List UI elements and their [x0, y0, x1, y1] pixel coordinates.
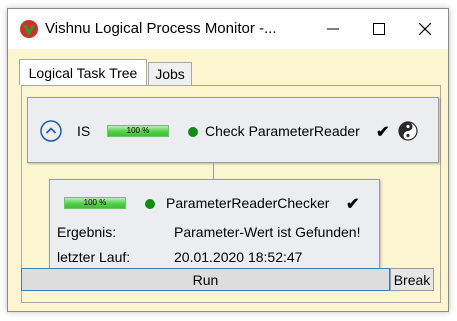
root-progress-bar: 100 %	[107, 125, 169, 137]
yin-yang-icon[interactable]	[398, 121, 418, 141]
child-check-icon: ✔	[346, 196, 360, 213]
minimize-button[interactable]	[310, 9, 356, 49]
last-run-value: 20.01.2020 18:52:47	[174, 249, 303, 265]
root-status-dot	[188, 127, 198, 137]
tab-logical-task-tree[interactable]: Logical Task Tree	[19, 59, 147, 85]
window-title: Vishnu Logical Process Monitor -...	[45, 20, 277, 37]
result-label: Ergebnis:	[57, 224, 117, 240]
app-logo-icon	[20, 20, 38, 38]
result-value: Parameter-Wert ist Gefunden!	[174, 224, 361, 240]
minimize-icon	[327, 28, 339, 30]
run-button[interactable]: Run	[21, 268, 390, 291]
tab-jobs[interactable]: Jobs	[148, 62, 192, 86]
tree-node-child[interactable]: 100 % ParameterReaderChecker ✔ Ergebnis:…	[49, 179, 380, 275]
root-check-icon: ✔	[376, 124, 390, 141]
root-progress-label: 100 %	[126, 126, 150, 135]
child-task-name: ParameterReaderChecker	[166, 195, 330, 211]
root-node-name: IS	[77, 123, 91, 139]
app-window: Vishnu Logical Process Monitor -... Logi…	[7, 8, 449, 312]
collapse-chevron-up-icon[interactable]	[40, 120, 62, 142]
maximize-button[interactable]	[356, 9, 402, 49]
child-progress-bar: 100 %	[64, 197, 126, 209]
root-task-name: Check ParameterReader	[205, 123, 360, 139]
tree-node-root[interactable]: IS 100 % Check ParameterReader ✔	[27, 97, 439, 163]
tree-connector-line	[213, 162, 214, 179]
child-progress-label: 100 %	[83, 198, 107, 207]
close-icon	[419, 23, 431, 35]
child-status-dot	[145, 199, 155, 209]
close-button[interactable]	[402, 9, 448, 49]
maximize-icon	[373, 23, 385, 35]
last-run-label: letzter Lauf:	[57, 249, 131, 265]
break-button[interactable]: Break	[390, 268, 434, 291]
title-bar[interactable]: Vishnu Logical Process Monitor -...	[8, 9, 448, 49]
